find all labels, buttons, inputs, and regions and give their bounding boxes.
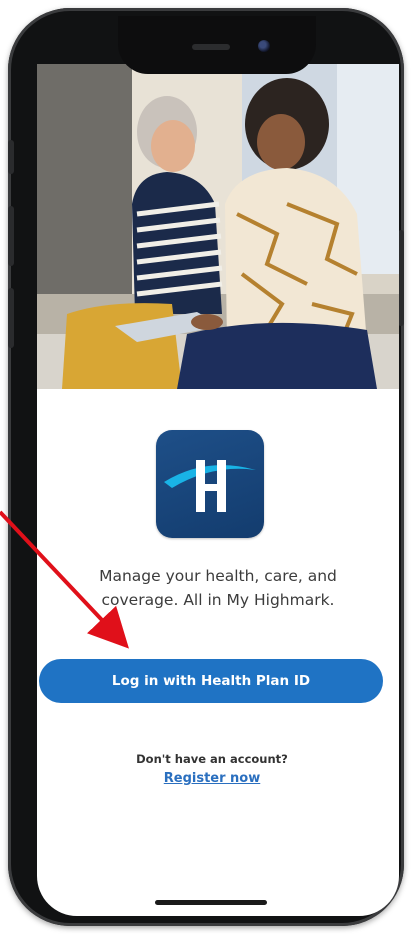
login-with-health-plan-id-button[interactable]: Log in with Health Plan ID bbox=[39, 659, 383, 703]
phone-notch bbox=[118, 16, 316, 74]
app-screen: Manage your health, care, and coverage. … bbox=[37, 64, 399, 916]
tagline: Manage your health, care, and coverage. … bbox=[37, 564, 399, 612]
front-camera-icon bbox=[258, 40, 270, 52]
no-account-prompt: Don't have an account? bbox=[136, 752, 288, 766]
tagline-line-2: coverage. All in My Highmark. bbox=[101, 591, 335, 609]
hero-photo bbox=[37, 64, 399, 389]
volume-up-button bbox=[8, 206, 14, 266]
mute-switch bbox=[8, 140, 14, 174]
home-indicator[interactable] bbox=[155, 900, 267, 905]
phone-frame: Manage your health, care, and coverage. … bbox=[8, 8, 404, 926]
hero-photo-illustration bbox=[37, 64, 399, 389]
screenshot-stage: Manage your health, care, and coverage. … bbox=[0, 0, 417, 934]
speaker-grille bbox=[192, 44, 230, 50]
tagline-line-1: Manage your health, care, and bbox=[99, 567, 337, 585]
volume-down-button bbox=[8, 288, 14, 348]
highmark-logo bbox=[156, 430, 264, 538]
highmark-h-logo-icon bbox=[164, 460, 256, 512]
register-now-link[interactable]: Register now bbox=[37, 771, 387, 786]
